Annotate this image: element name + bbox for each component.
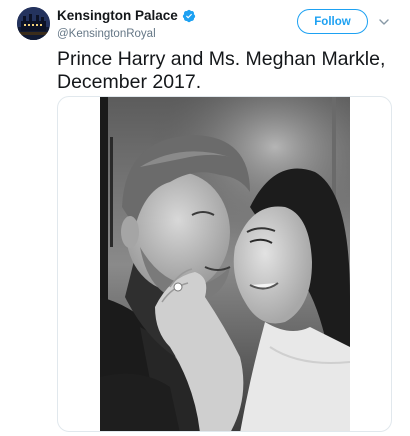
- tweet-author: Kensington Palace @KensingtonRoyal: [57, 8, 196, 41]
- avatar[interactable]: [17, 7, 50, 40]
- account-handle[interactable]: @KensingtonRoyal: [57, 27, 196, 41]
- tweet: Kensington Palace @KensingtonRoyal Follo…: [0, 0, 410, 436]
- account-name[interactable]: Kensington Palace: [57, 8, 178, 24]
- name-row: Kensington Palace: [57, 8, 196, 24]
- tweet-text: Prince Harry and Ms. Meghan Markle, Dece…: [57, 48, 386, 93]
- tweet-photo[interactable]: [100, 97, 350, 432]
- palace-avatar-icon: [17, 7, 50, 40]
- chevron-down-icon[interactable]: [378, 17, 390, 27]
- verified-badge-icon: [182, 9, 195, 23]
- media-card[interactable]: [57, 96, 392, 432]
- follow-button[interactable]: Follow: [297, 9, 368, 34]
